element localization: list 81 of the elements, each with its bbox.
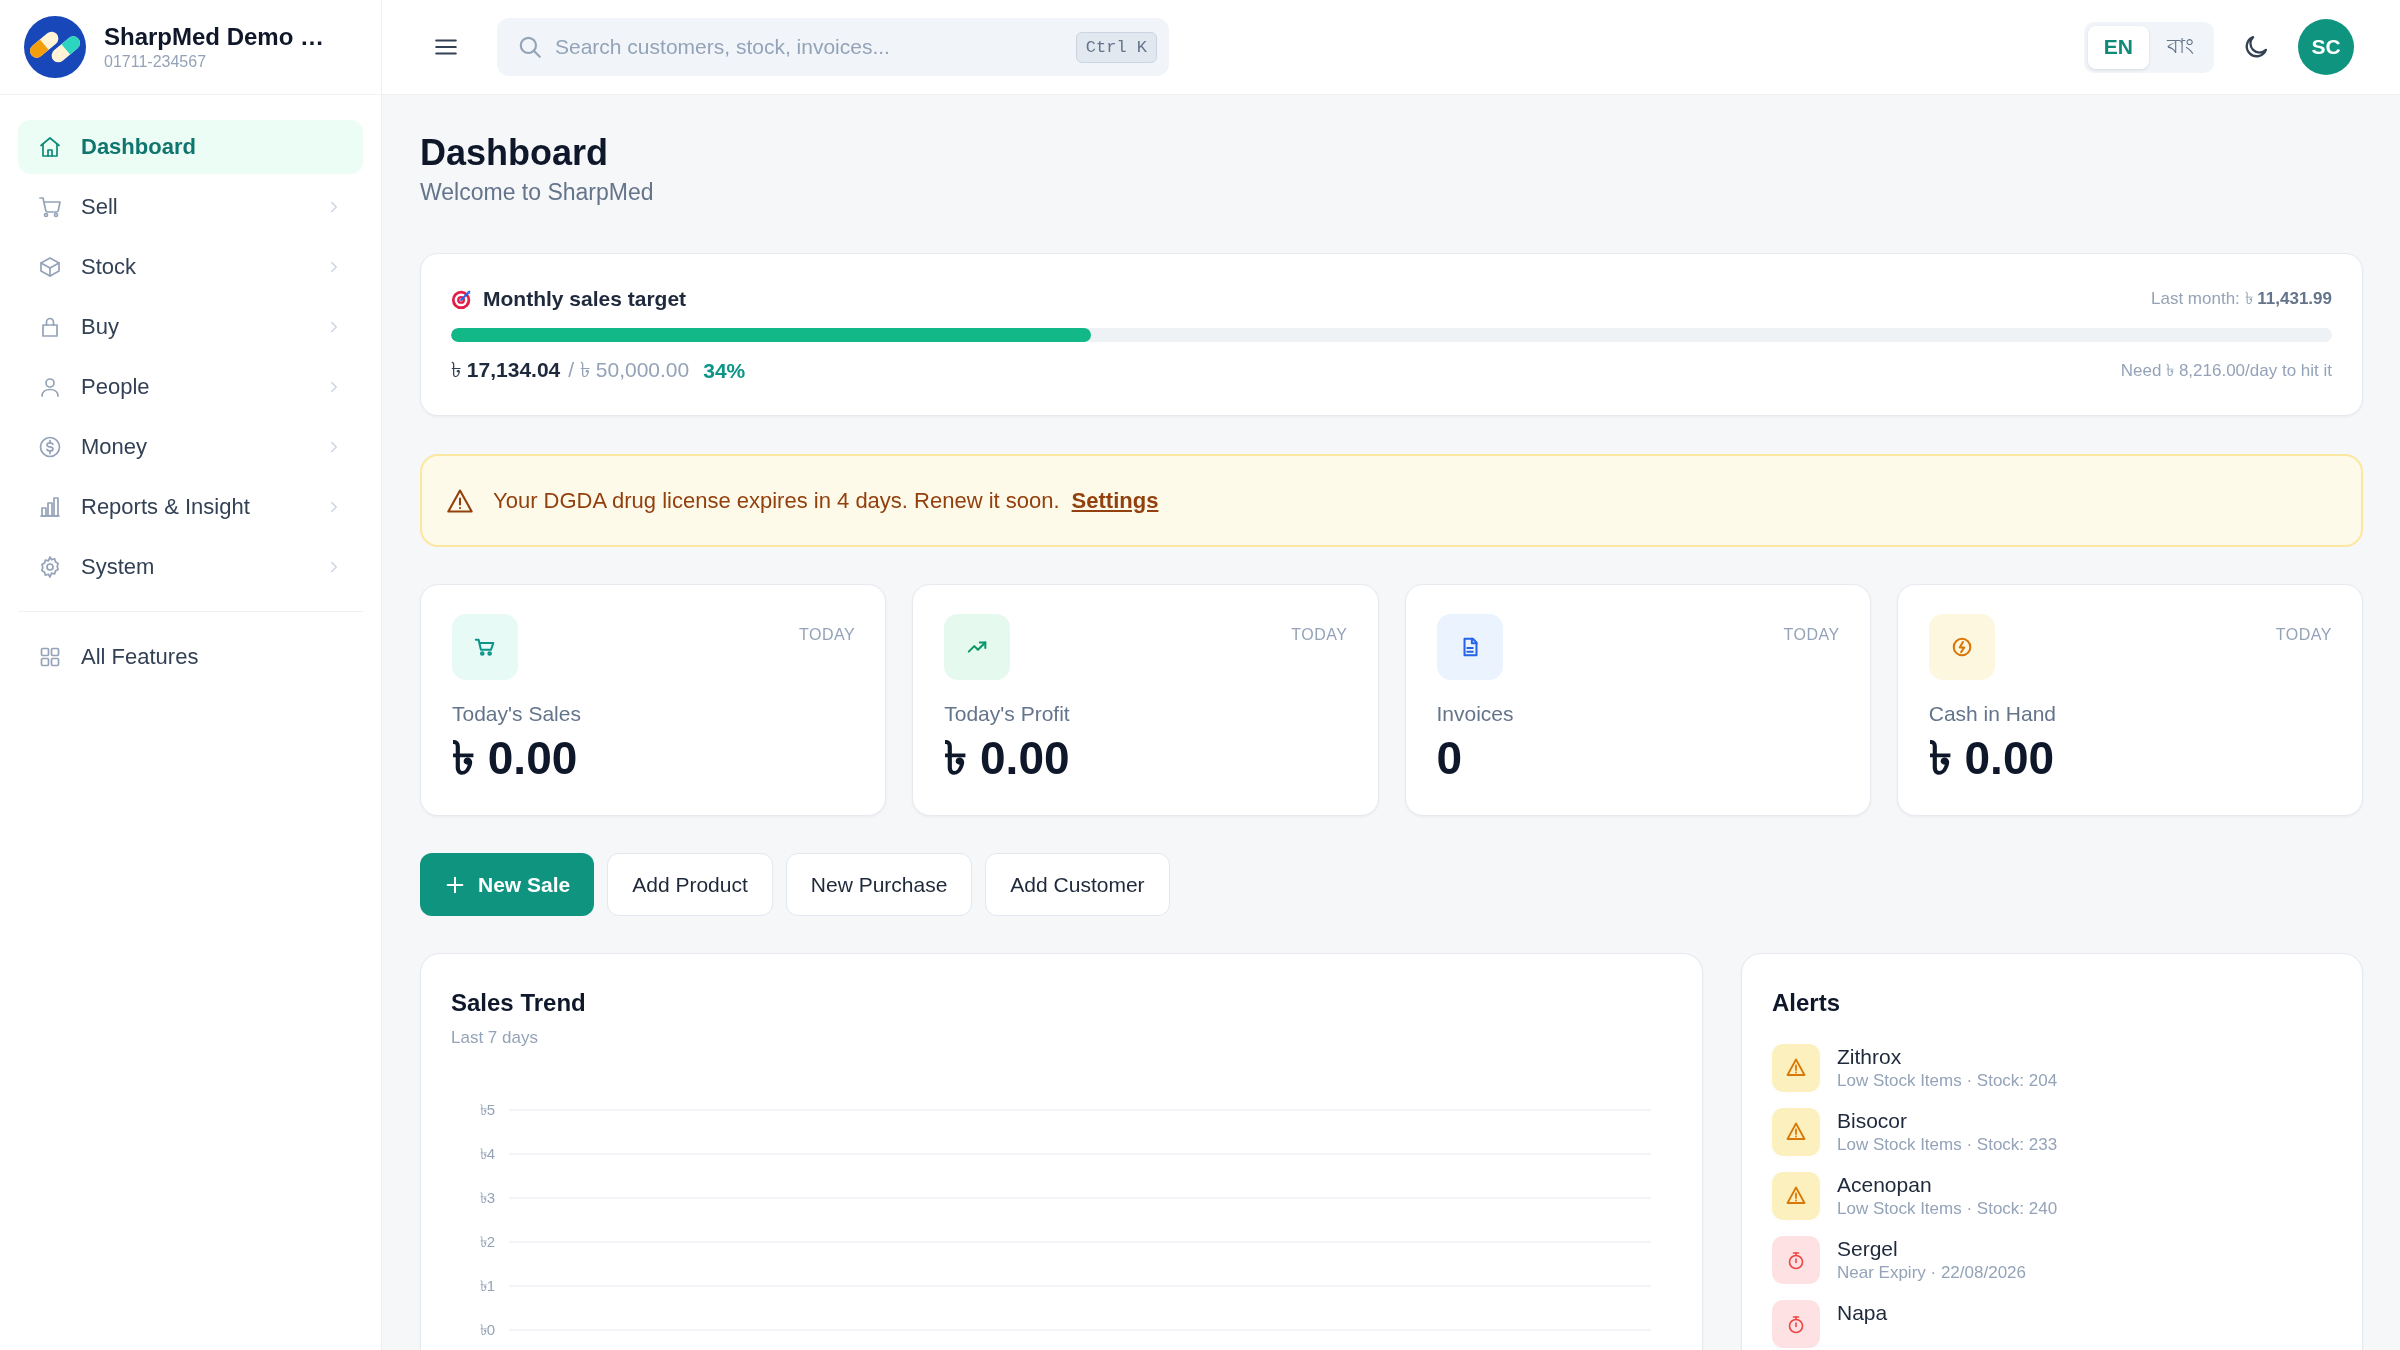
target-amount: / ৳ 50,000.00 [568,356,690,383]
stopwatch-icon [1772,1300,1820,1348]
warning-icon [1772,1172,1820,1220]
y-axis-label: ৳0 [479,1321,495,1338]
cart-icon [452,614,518,680]
stat-label: Cash in Hand [1928,701,2057,727]
alert-item-name: Napa [1837,1300,1888,1326]
cart-icon [38,195,62,219]
nav-item[interactable]: Reports & Insight [18,480,363,534]
settings-link[interactable]: Settings [1071,487,1159,514]
stat-label: Today's Sales [452,701,582,727]
warning-message: Your DGDA drug license expires in 4 days. Renew it soon. [493,487,1060,514]
stat-value: ৳ 0.00 [452,732,579,784]
y-axis-label: ৳2 [479,1233,495,1250]
user-avatar[interactable]: SC [2298,19,2354,75]
nav-item[interactable]: Stock [18,240,363,294]
stat-period: TODAY [1291,626,1348,644]
alert-item-detail: Low Stock Items · Stock: 233 [1837,1134,2058,1156]
search-input[interactable]: Search customers, stock, invoices... [555,27,1064,67]
nav-item[interactable]: System [18,540,363,594]
stat-period: TODAY [2275,626,2332,644]
search-icon [517,34,543,60]
target-title: Monthly sales target [483,287,687,311]
store-name: SharpMed Demo … [104,22,325,52]
box-icon [38,255,62,279]
nav-item[interactable]: All Features [18,630,363,684]
alert-item-detail: Low Stock Items · Stock: 240 [1837,1198,2058,1220]
warning-icon [1772,1044,1820,1092]
search-field[interactable]: Search customers, stock, invoices... Ctrl K [497,18,1169,76]
store-phone: 01711-234567 [104,52,208,72]
language-option[interactable]: EN [2087,25,2149,69]
y-axis-label: ৳3 [479,1189,495,1206]
warning-icon [1772,1108,1820,1156]
alert-item-name: Bisocor [1837,1108,1909,1134]
alert-item-detail: Near Expiry · 22/08/2026 [1837,1262,2026,1284]
nav-item[interactable]: Dashboard [18,120,363,174]
grid-icon [38,645,62,669]
action-button[interactable]: Add Product [607,853,773,916]
trending-up-icon [944,614,1011,680]
stat-period: TODAY [1783,626,1840,644]
stopwatch-icon [1772,1236,1820,1284]
person-icon [38,375,62,399]
stat-value: ৳ 0.00 [944,732,1071,784]
nav-item[interactable]: Money [18,420,363,474]
last-month-amount: Last month: ৳ 11,431.99 [2151,288,2332,310]
stat-period: TODAY [799,626,856,644]
stat-label: Invoices [1436,701,1515,727]
nav-item[interactable]: Buy [18,300,363,354]
page-subtitle: Welcome to SharpMed [420,178,655,207]
y-axis-label: ৳1 [479,1277,495,1294]
settings-icon [38,555,62,579]
capsule-logo-icon [24,16,86,78]
progress-percent: 34% [703,359,746,383]
chart-title: Sales Trend [451,988,587,1018]
language-option[interactable]: বাং [2151,25,2210,69]
nav-item[interactable]: People [18,360,363,414]
dollar-coin-icon [38,435,62,459]
dartboard-icon [451,288,473,310]
stat-value: ৳ 0.00 [1928,732,2056,784]
achieved-amount: ৳ 17,134.04 [451,356,561,383]
coin-icon [1928,614,1995,680]
nav-item[interactable]: Sell [18,180,363,234]
action-button[interactable]: Add Customer [985,853,1170,916]
alert-item-name: Zithrox [1837,1044,1903,1070]
keyboard-shortcut: Ctrl K [1075,31,1157,63]
bar-chart-icon [38,495,62,519]
home-icon [38,135,62,159]
y-axis-label: ৳4 [479,1145,495,1162]
action-button[interactable]: New Purchase [785,853,973,916]
new-sale-button[interactable]: New Sale [420,853,595,916]
stat-label: Today's Profit [944,701,1071,727]
page-title: Dashboard [420,131,610,175]
stat-value: 0 [1436,732,1464,784]
y-axis-label: ৳5 [479,1101,495,1118]
chart-subtitle: Last 7 days [451,1027,539,1049]
alert-item-name: Acenopan [1837,1172,1933,1198]
alert-item-detail: Low Stock Items · Stock: 204 [1837,1070,2058,1092]
daily-need-text: Need ৳ 8,216.00/day to hit it [2120,360,2332,382]
alert-item-name: Sergel [1837,1236,1899,1262]
alerts-title: Alerts [1772,988,1842,1018]
document-icon [1436,614,1503,680]
